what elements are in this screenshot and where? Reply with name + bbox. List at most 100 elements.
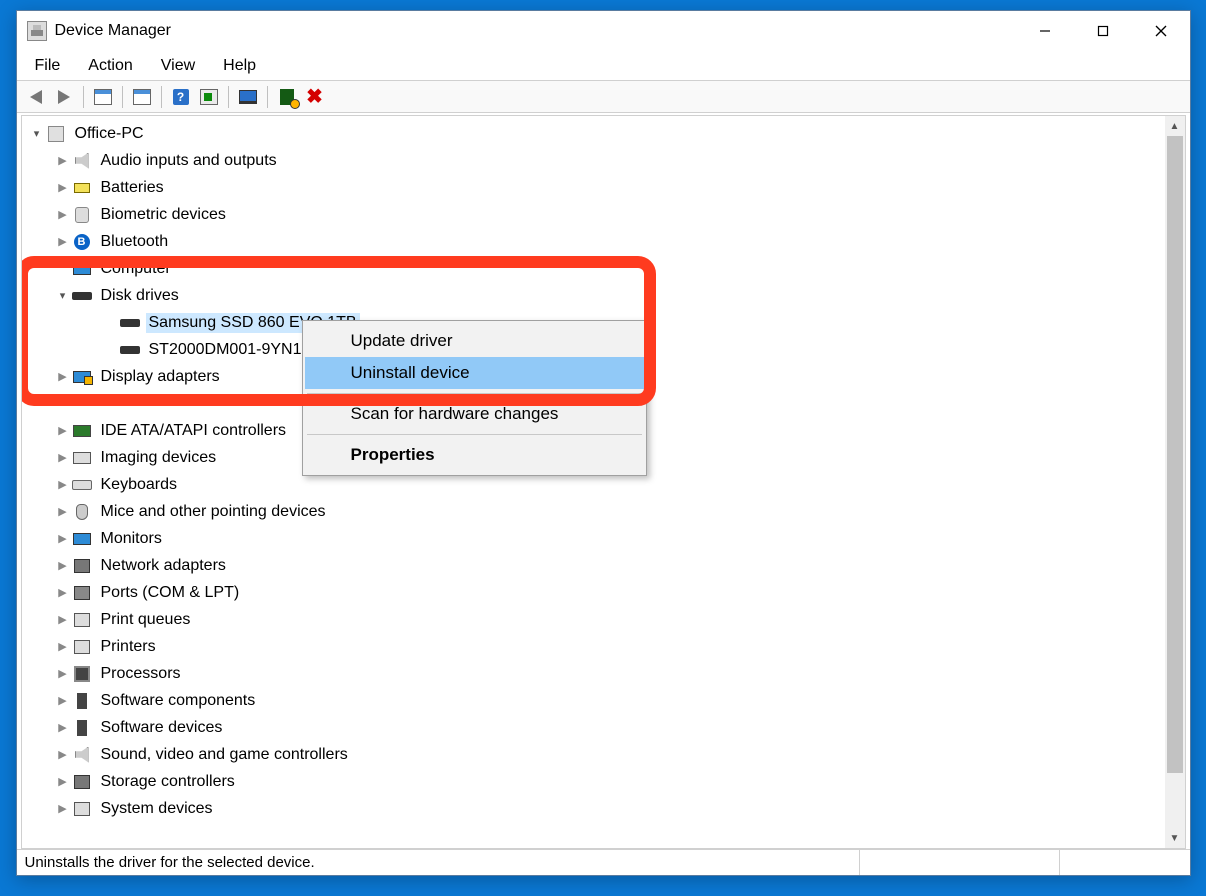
- toolbar-separator: [83, 86, 84, 108]
- expander-icon[interactable]: ▶: [54, 802, 72, 815]
- tree-root[interactable]: ▾ Office-PC: [24, 120, 1165, 147]
- tree-node-label: Imaging devices: [98, 448, 220, 468]
- disk-icon: [120, 346, 140, 354]
- expander-icon[interactable]: ▶: [54, 451, 72, 464]
- tree-category[interactable]: ▾Disk drives: [24, 282, 1165, 309]
- tree-category[interactable]: ▶Mice and other pointing devices: [24, 498, 1165, 525]
- tree-category[interactable]: ▶Storage controllers: [24, 768, 1165, 795]
- sound-icon: [75, 747, 89, 763]
- tree-category[interactable]: ▶BBluetooth: [24, 228, 1165, 255]
- device-icon: [72, 152, 92, 170]
- expander-icon[interactable]: ▶: [54, 613, 72, 626]
- tree-node-label: Software devices: [98, 718, 226, 738]
- update-driver-button[interactable]: [235, 85, 261, 109]
- tree-category[interactable]: ▶ Software devices: [24, 714, 1165, 741]
- expander-icon[interactable]: ▶: [54, 721, 72, 734]
- console-tree-icon: [94, 89, 112, 105]
- expander-icon[interactable]: ▶: [54, 775, 72, 788]
- context-menu-item[interactable]: Properties: [305, 439, 644, 471]
- device-icon: [72, 746, 92, 764]
- device-icon: [72, 260, 92, 278]
- scroll-down-button[interactable]: ▼: [1165, 828, 1185, 848]
- toolbar-separator: [122, 86, 123, 108]
- printq-icon: [74, 640, 90, 654]
- scroll-up-button[interactable]: ▲: [1165, 116, 1185, 136]
- context-menu-item[interactable]: Update driver: [305, 325, 644, 357]
- tree-category[interactable]: ▶Software components: [24, 687, 1165, 714]
- vertical-scrollbar[interactable]: ▲ ▼: [1165, 116, 1185, 848]
- expander-icon[interactable]: ▶: [54, 208, 72, 221]
- device-icon: [72, 503, 92, 521]
- expander-icon[interactable]: ▶: [54, 640, 72, 653]
- device-icon: [72, 287, 92, 305]
- expander-icon[interactable]: ▶: [54, 694, 72, 707]
- tree-node-label: Display adapters: [98, 367, 223, 387]
- tree-category[interactable]: ▶ System devices: [24, 795, 1165, 822]
- kb-icon: [72, 480, 92, 490]
- minimize-button[interactable]: [1016, 11, 1074, 51]
- menu-help[interactable]: Help: [211, 54, 268, 78]
- expander-icon[interactable]: ▶: [54, 235, 72, 248]
- help-button[interactable]: ?: [168, 85, 194, 109]
- tree-category[interactable]: ▶Print queues: [24, 606, 1165, 633]
- show-hide-console-tree-button[interactable]: [90, 85, 116, 109]
- scan-hardware-button[interactable]: [196, 85, 222, 109]
- properties-icon: [133, 89, 151, 105]
- tree-category[interactable]: ▶Audio inputs and outputs: [24, 147, 1165, 174]
- mon-icon: [73, 533, 91, 545]
- tree-category[interactable]: ▶Biometric devices: [24, 201, 1165, 228]
- menu-action[interactable]: Action: [76, 54, 144, 78]
- close-button[interactable]: [1132, 11, 1190, 51]
- tree-category[interactable]: ▶Batteries: [24, 174, 1165, 201]
- tree-category[interactable]: Computer: [24, 255, 1165, 282]
- tree-node-label: System devices: [98, 799, 216, 819]
- forward-button[interactable]: [51, 85, 77, 109]
- tree-category[interactable]: ▶Monitors: [24, 525, 1165, 552]
- expander-icon[interactable]: ▶: [54, 559, 72, 572]
- scroll-track[interactable]: [1165, 136, 1185, 828]
- expander-icon[interactable]: ▶: [54, 181, 72, 194]
- expander-icon[interactable]: ▶: [54, 532, 72, 545]
- add-legacy-hardware-button[interactable]: [274, 85, 300, 109]
- device-icon: [72, 530, 92, 548]
- tree-node-label: Office-PC: [72, 124, 147, 144]
- expander-icon[interactable]: ▶: [54, 478, 72, 491]
- properties-button[interactable]: [129, 85, 155, 109]
- expander-icon[interactable]: ▶: [54, 370, 72, 383]
- toolbar-separator: [161, 86, 162, 108]
- expander-icon[interactable]: ▾: [54, 289, 72, 302]
- tree-category[interactable]: ▶Processors: [24, 660, 1165, 687]
- device-tree[interactable]: ▾ Office-PC ▶Audio inputs and outputs▶Batt…: [22, 116, 1165, 848]
- statusbar: Uninstalls the driver for the selected d…: [17, 849, 1190, 875]
- expander-icon[interactable]: ▶: [54, 424, 72, 437]
- expander-icon[interactable]: ▶: [54, 667, 72, 680]
- disk-icon: [72, 292, 92, 300]
- menu-view[interactable]: View: [149, 54, 207, 78]
- device-icon: B: [72, 233, 92, 251]
- scroll-thumb[interactable]: [1167, 136, 1183, 773]
- storage-icon: [74, 775, 90, 789]
- tree-category[interactable]: ▶Network adapters: [24, 552, 1165, 579]
- expander-icon[interactable]: ▾: [28, 127, 46, 140]
- maximize-button[interactable]: [1074, 11, 1132, 51]
- tree-category[interactable]: ▶Ports (COM & LPT): [24, 579, 1165, 606]
- toolbar: ? ✖: [17, 81, 1190, 113]
- window-title: Device Manager: [55, 22, 1016, 40]
- context-menu-item[interactable]: Uninstall device: [305, 357, 644, 389]
- status-cell-3: [1060, 850, 1190, 875]
- device-icon: [72, 719, 92, 737]
- back-button[interactable]: [23, 85, 49, 109]
- device-icon: [72, 476, 92, 494]
- expander-icon[interactable]: ▶: [54, 586, 72, 599]
- monitor-icon: [239, 90, 257, 104]
- context-menu-item[interactable]: Scan for hardware changes: [305, 398, 644, 430]
- expander-icon[interactable]: ▶: [54, 748, 72, 761]
- expander-icon[interactable]: ▶: [54, 505, 72, 518]
- expander-icon[interactable]: ▶: [54, 154, 72, 167]
- device-icon: [72, 557, 92, 575]
- menu-file[interactable]: File: [23, 54, 73, 78]
- tree-category[interactable]: ▶Sound, video and game controllers: [24, 741, 1165, 768]
- uninstall-device-button[interactable]: ✖: [302, 85, 328, 109]
- tree-category[interactable]: ▶Printers: [24, 633, 1165, 660]
- device-icon: [72, 206, 92, 224]
